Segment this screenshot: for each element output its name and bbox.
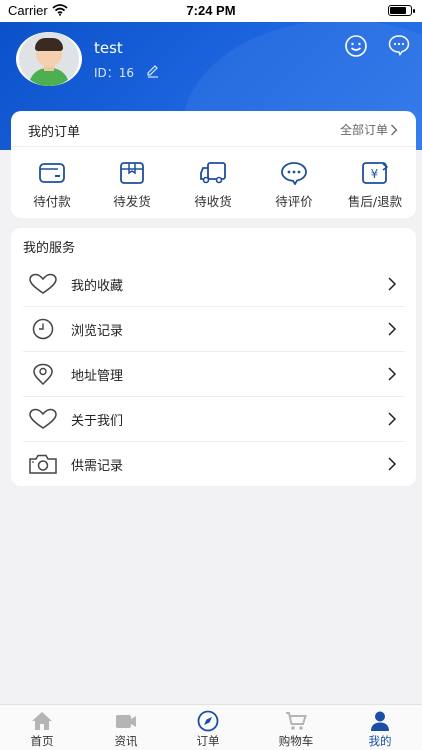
chevron-right-icon <box>388 367 397 381</box>
compass-icon <box>197 710 219 732</box>
chevron-right-icon <box>388 457 397 471</box>
tab-label: 我的 <box>368 734 392 748</box>
message-icon[interactable] <box>388 34 410 56</box>
status-time: 7:24 PM <box>186 3 236 18</box>
order-pending-review[interactable]: 待评价 <box>254 157 334 217</box>
tab-mine[interactable]: 我的 <box>338 705 422 750</box>
service-item-favorites[interactable]: 我的收藏 <box>23 262 405 307</box>
tab-home[interactable]: 首页 <box>0 705 84 750</box>
video-icon <box>116 715 136 728</box>
chevron-right-icon[interactable] <box>390 124 398 136</box>
chevron-right-icon <box>388 322 397 336</box>
camera-icon <box>29 454 57 474</box>
order-item-label: 待评价 <box>275 194 313 209</box>
order-item-label: 售后/退款 <box>347 194 403 209</box>
service-label: 我的收藏 <box>71 279 124 294</box>
orders-header: 我的订单 全部订单 <box>11 111 416 147</box>
orders-card: 我的订单 全部订单 待付款 待发货 待收货 待评价 ¥ 售后/退款 <box>11 111 416 218</box>
order-item-label: 待发货 <box>113 194 151 209</box>
order-refund[interactable]: ¥ 售后/退款 <box>335 157 415 217</box>
user-icon <box>371 711 389 731</box>
chat-bubble-icon <box>281 162 307 185</box>
tab-label: 订单 <box>196 734 220 748</box>
location-pin-icon <box>33 363 53 385</box>
services-card: 我的服务 我的收藏 浏览记录 地址管理 关于我们 供需记录 <box>11 228 416 486</box>
tab-label: 资讯 <box>114 734 138 748</box>
avatar[interactable] <box>16 32 82 86</box>
heart-icon <box>29 408 57 429</box>
package-icon <box>120 162 144 184</box>
tab-bar: 首页 资讯 订单 购物车 我的 <box>0 704 422 750</box>
clock-icon <box>32 318 54 340</box>
status-bar: Carrier 7:24 PM <box>0 0 422 22</box>
heart-icon <box>29 273 57 294</box>
service-label: 供需记录 <box>71 459 124 474</box>
orders-title: 我的订单 <box>28 125 81 140</box>
battery-icon <box>388 5 415 16</box>
avatar-image <box>19 32 79 86</box>
service-label: 关于我们 <box>71 414 124 429</box>
smiley-icon[interactable] <box>344 34 368 58</box>
chevron-right-icon <box>388 277 397 291</box>
truck-icon <box>200 162 226 184</box>
order-item-label: 待收货 <box>194 194 232 209</box>
service-item-about-us[interactable]: 关于我们 <box>23 397 405 442</box>
tab-cart[interactable]: 购物车 <box>254 705 338 750</box>
order-pending-payment[interactable]: 待付款 <box>12 157 92 217</box>
order-pending-receipt[interactable]: 待收货 <box>173 157 253 217</box>
order-item-label: 待付款 <box>33 194 71 209</box>
edit-icon[interactable] <box>146 64 160 78</box>
tab-label: 购物车 <box>278 734 314 748</box>
home-icon <box>32 712 52 730</box>
service-item-address[interactable]: 地址管理 <box>23 352 405 397</box>
service-label: 浏览记录 <box>71 324 124 339</box>
chevron-right-icon <box>388 412 397 426</box>
service-label: 地址管理 <box>71 369 124 384</box>
refund-icon: ¥ <box>362 162 389 184</box>
user-id: ID：16 <box>94 66 135 80</box>
tab-orders[interactable]: 订单 <box>166 705 250 750</box>
service-item-supply-demand[interactable]: 供需记录 <box>23 442 405 487</box>
all-orders-link[interactable]: 全部订单 <box>340 121 388 138</box>
svg-text:¥: ¥ <box>371 167 379 181</box>
service-item-history[interactable]: 浏览记录 <box>23 307 405 352</box>
services-title: 我的服务 <box>23 241 76 256</box>
cart-icon <box>286 712 307 730</box>
username: test <box>94 39 123 57</box>
tab-label: 首页 <box>30 734 54 748</box>
tab-news[interactable]: 资讯 <box>84 705 168 750</box>
order-pending-shipment[interactable]: 待发货 <box>92 157 172 217</box>
wallet-icon <box>39 163 65 183</box>
